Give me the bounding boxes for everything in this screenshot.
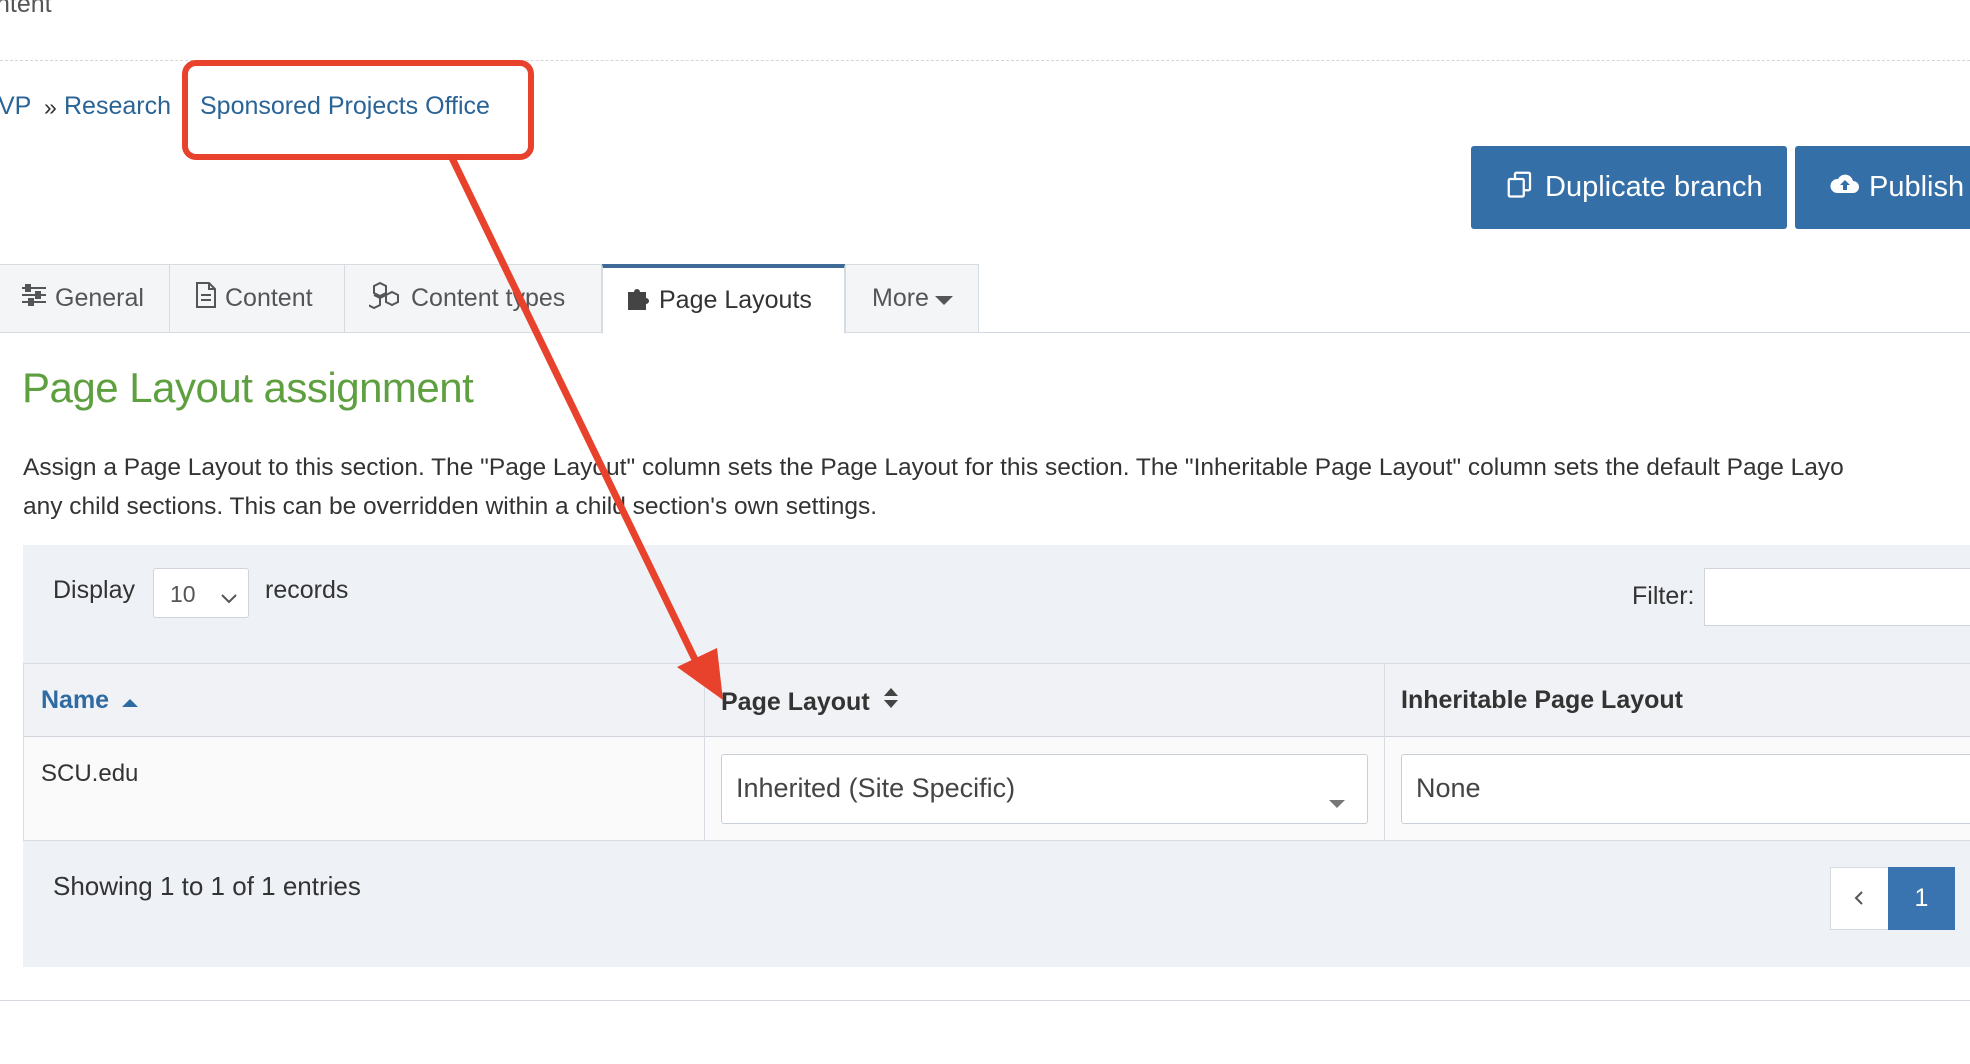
- tab-content[interactable]: Content: [169, 264, 345, 333]
- pagination-page-1[interactable]: 1: [1888, 867, 1955, 930]
- inheritable-page-layout-value: None: [1416, 773, 1481, 803]
- column-header-name-label: Name: [41, 686, 110, 714]
- page-size-value: 10: [170, 581, 196, 607]
- column-divider: [704, 663, 705, 841]
- section-title: Page Layout assignment: [22, 364, 474, 411]
- document-icon: [195, 281, 225, 316]
- column-header-name[interactable]: Name: [41, 686, 139, 715]
- column-header-page-layout-label: Page Layout: [721, 688, 870, 716]
- section-description: Assign a Page Layout to this section. Th…: [23, 448, 1970, 526]
- tab-content-label: Content: [225, 284, 313, 312]
- tab-page-layouts-label: Page Layouts: [659, 286, 812, 314]
- tab-more-label: More: [872, 284, 929, 312]
- cloud-upload-icon: [1829, 171, 1861, 205]
- chevron-left-icon: [1853, 887, 1865, 914]
- annotation-highlight-box: [182, 60, 534, 160]
- page-size-select[interactable]: 10: [153, 568, 249, 618]
- duplicate-branch-button[interactable]: Duplicate branch: [1471, 146, 1787, 229]
- breadcrumb-separator: »: [44, 94, 57, 120]
- page-layout-select[interactable]: Inherited (Site Specific): [721, 754, 1368, 824]
- column-divider: [23, 663, 24, 841]
- publish-button[interactable]: Publish s: [1795, 146, 1970, 229]
- inheritable-page-layout-select[interactable]: None: [1401, 754, 1970, 824]
- column-header-page-layout[interactable]: Page Layout: [721, 686, 899, 717]
- display-label: Display: [53, 576, 135, 604]
- description-line-1: Assign a Page Layout to this section. Th…: [23, 454, 1844, 481]
- row-name-cell: SCU.edu: [41, 760, 139, 787]
- entries-info: Showing 1 to 1 of 1 entries: [53, 871, 361, 901]
- breadcrumb-item-research[interactable]: Research: [64, 92, 171, 121]
- records-label: records: [265, 576, 349, 604]
- divider: [0, 1000, 1970, 1001]
- breadcrumb-item-vp[interactable]: VP: [0, 92, 31, 121]
- caret-down-icon: [934, 284, 961, 313]
- filter-input[interactable]: [1704, 568, 1970, 626]
- copy-icon: [1505, 169, 1535, 207]
- caret-down-icon: [1329, 785, 1345, 816]
- duplicate-branch-label: Duplicate branch: [1545, 171, 1763, 203]
- description-line-2: any child sections. This can be overridd…: [23, 493, 878, 520]
- puzzle-icon: [625, 284, 659, 317]
- sort-ascending-icon: [122, 686, 139, 714]
- column-divider: [1384, 663, 1385, 841]
- page-heading-partial: ntent: [0, 0, 52, 18]
- publish-label: Publish s: [1869, 171, 1970, 203]
- cubes-icon: [367, 281, 411, 316]
- tab-general[interactable]: General: [0, 264, 170, 333]
- tab-content-types-label: Content types: [411, 284, 566, 312]
- chevron-down-icon: [220, 583, 238, 610]
- page-layout-value: Inherited (Site Specific): [736, 773, 1016, 803]
- pagination-previous[interactable]: [1830, 867, 1889, 930]
- tab-more[interactable]: More: [845, 264, 979, 333]
- tab-page-layouts[interactable]: Page Layouts: [602, 264, 845, 334]
- sliders-icon: [21, 284, 55, 313]
- tab-general-label: General: [55, 284, 144, 312]
- column-header-inheritable-page-layout[interactable]: Inheritable Page Layout: [1401, 686, 1683, 715]
- filter-label: Filter:: [1632, 582, 1695, 610]
- tab-content-types[interactable]: Content types: [344, 264, 602, 333]
- sort-icon: [883, 688, 899, 716]
